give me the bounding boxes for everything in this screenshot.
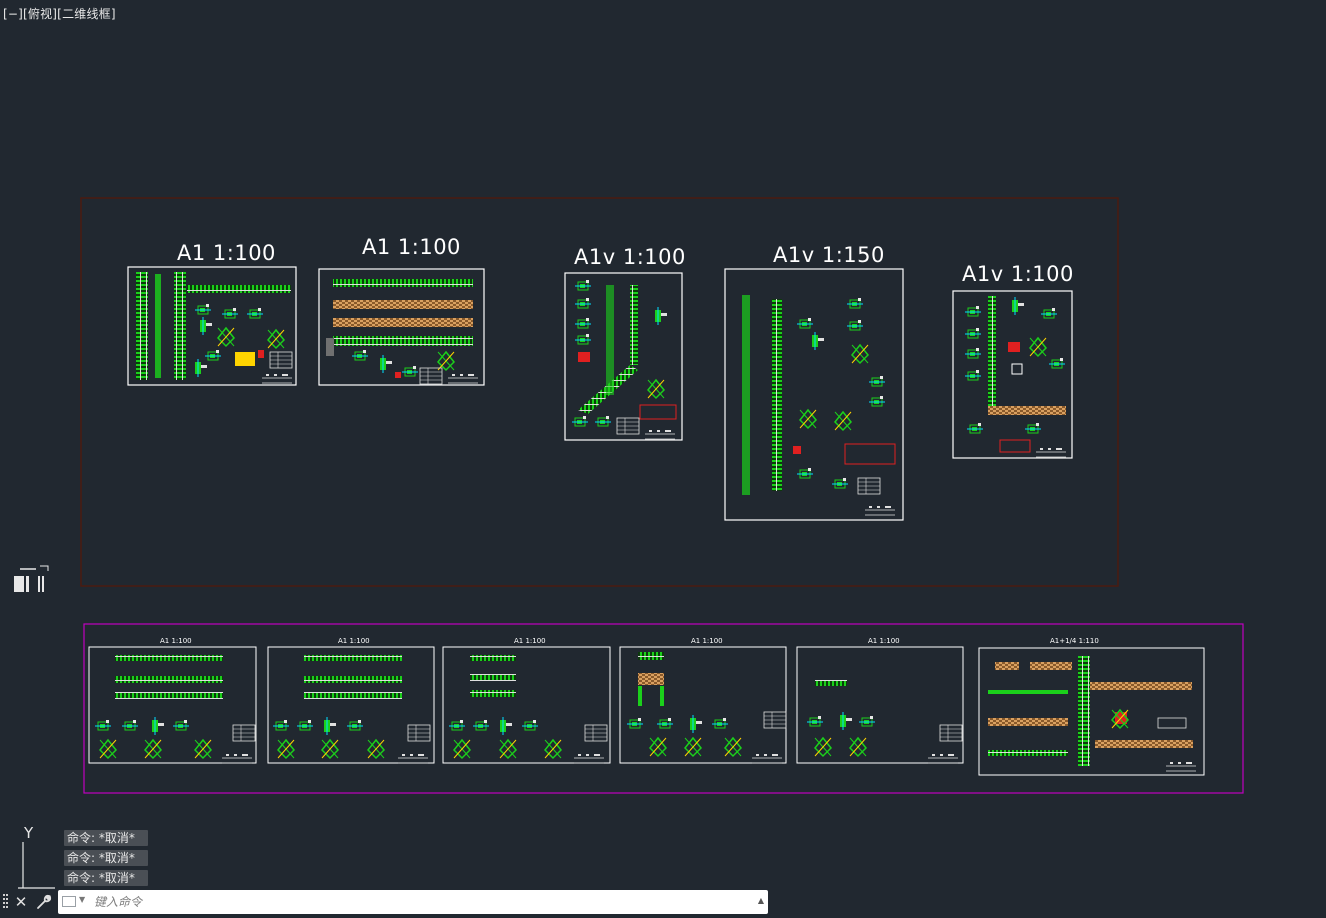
sheet-title: A1 1:100 (338, 637, 370, 645)
command-history-line: 命令: *取消* (64, 850, 148, 866)
sheet-title: A1 1:100 (177, 241, 276, 265)
command-history-line: 命令: *取消* (64, 870, 148, 886)
drawing-sheet-1: A1 1:100 (127, 241, 297, 386)
history-expand-icon[interactable]: ▲ (758, 896, 764, 905)
sheet-title: A1+1/4 1:110 (1050, 637, 1099, 645)
mini-sheet-4: A1 1:100 (619, 637, 787, 764)
mini-sheet-6: A1+1/4 1:110 (978, 637, 1205, 776)
wrench-icon[interactable] (33, 889, 55, 915)
mini-sheet-3: A1 1:100 (442, 637, 611, 764)
sheet-title: A1 1:100 (868, 637, 900, 645)
sheet-title: A1v 1:150 (773, 243, 885, 267)
layout-marker-glyph (14, 565, 49, 592)
command-history-line: 命令: *取消* (64, 830, 148, 846)
drawing-sheet-2: A1 1:100 (318, 235, 485, 386)
mini-sheet-2: A1 1:100 (267, 637, 435, 764)
command-line-bar: ✕ ▼ ▲ (0, 889, 768, 915)
command-input[interactable] (94, 892, 734, 912)
sheet-title: A1 1:100 (160, 637, 192, 645)
sheet-title: A1 1:100 (691, 637, 723, 645)
mini-sheet-5: A1 1:100 (796, 637, 964, 764)
command-prompt-icon[interactable] (62, 896, 76, 907)
dropdown-arrow-icon[interactable]: ▼ (79, 895, 85, 904)
model-space-canvas[interactable]: A1 1:100 A1 1:100 A1v 1:100 A1v 1:150 A1… (0, 0, 1326, 916)
ucs-icon: Y (18, 824, 55, 889)
command-input-container[interactable]: ▼ ▲ (58, 890, 768, 914)
sheet-title: A1v 1:100 (574, 245, 686, 269)
sheet-title: A1v 1:100 (962, 262, 1074, 286)
sheet-title: A1 1:100 (362, 235, 461, 259)
ucs-y-label: Y (23, 824, 34, 842)
drawing-sheet-3: A1v 1:100 (564, 245, 686, 441)
drawing-sheet-4: A1v 1:150 (724, 243, 904, 521)
sheet-title: A1 1:100 (514, 637, 546, 645)
mini-sheet-1: A1 1:100 (88, 637, 257, 764)
grip-handle-icon[interactable] (3, 894, 9, 910)
drawing-sheet-5: A1v 1:100 (952, 262, 1074, 459)
close-icon[interactable]: ✕ (10, 889, 32, 915)
layout-frame-bottom (83, 623, 1244, 794)
